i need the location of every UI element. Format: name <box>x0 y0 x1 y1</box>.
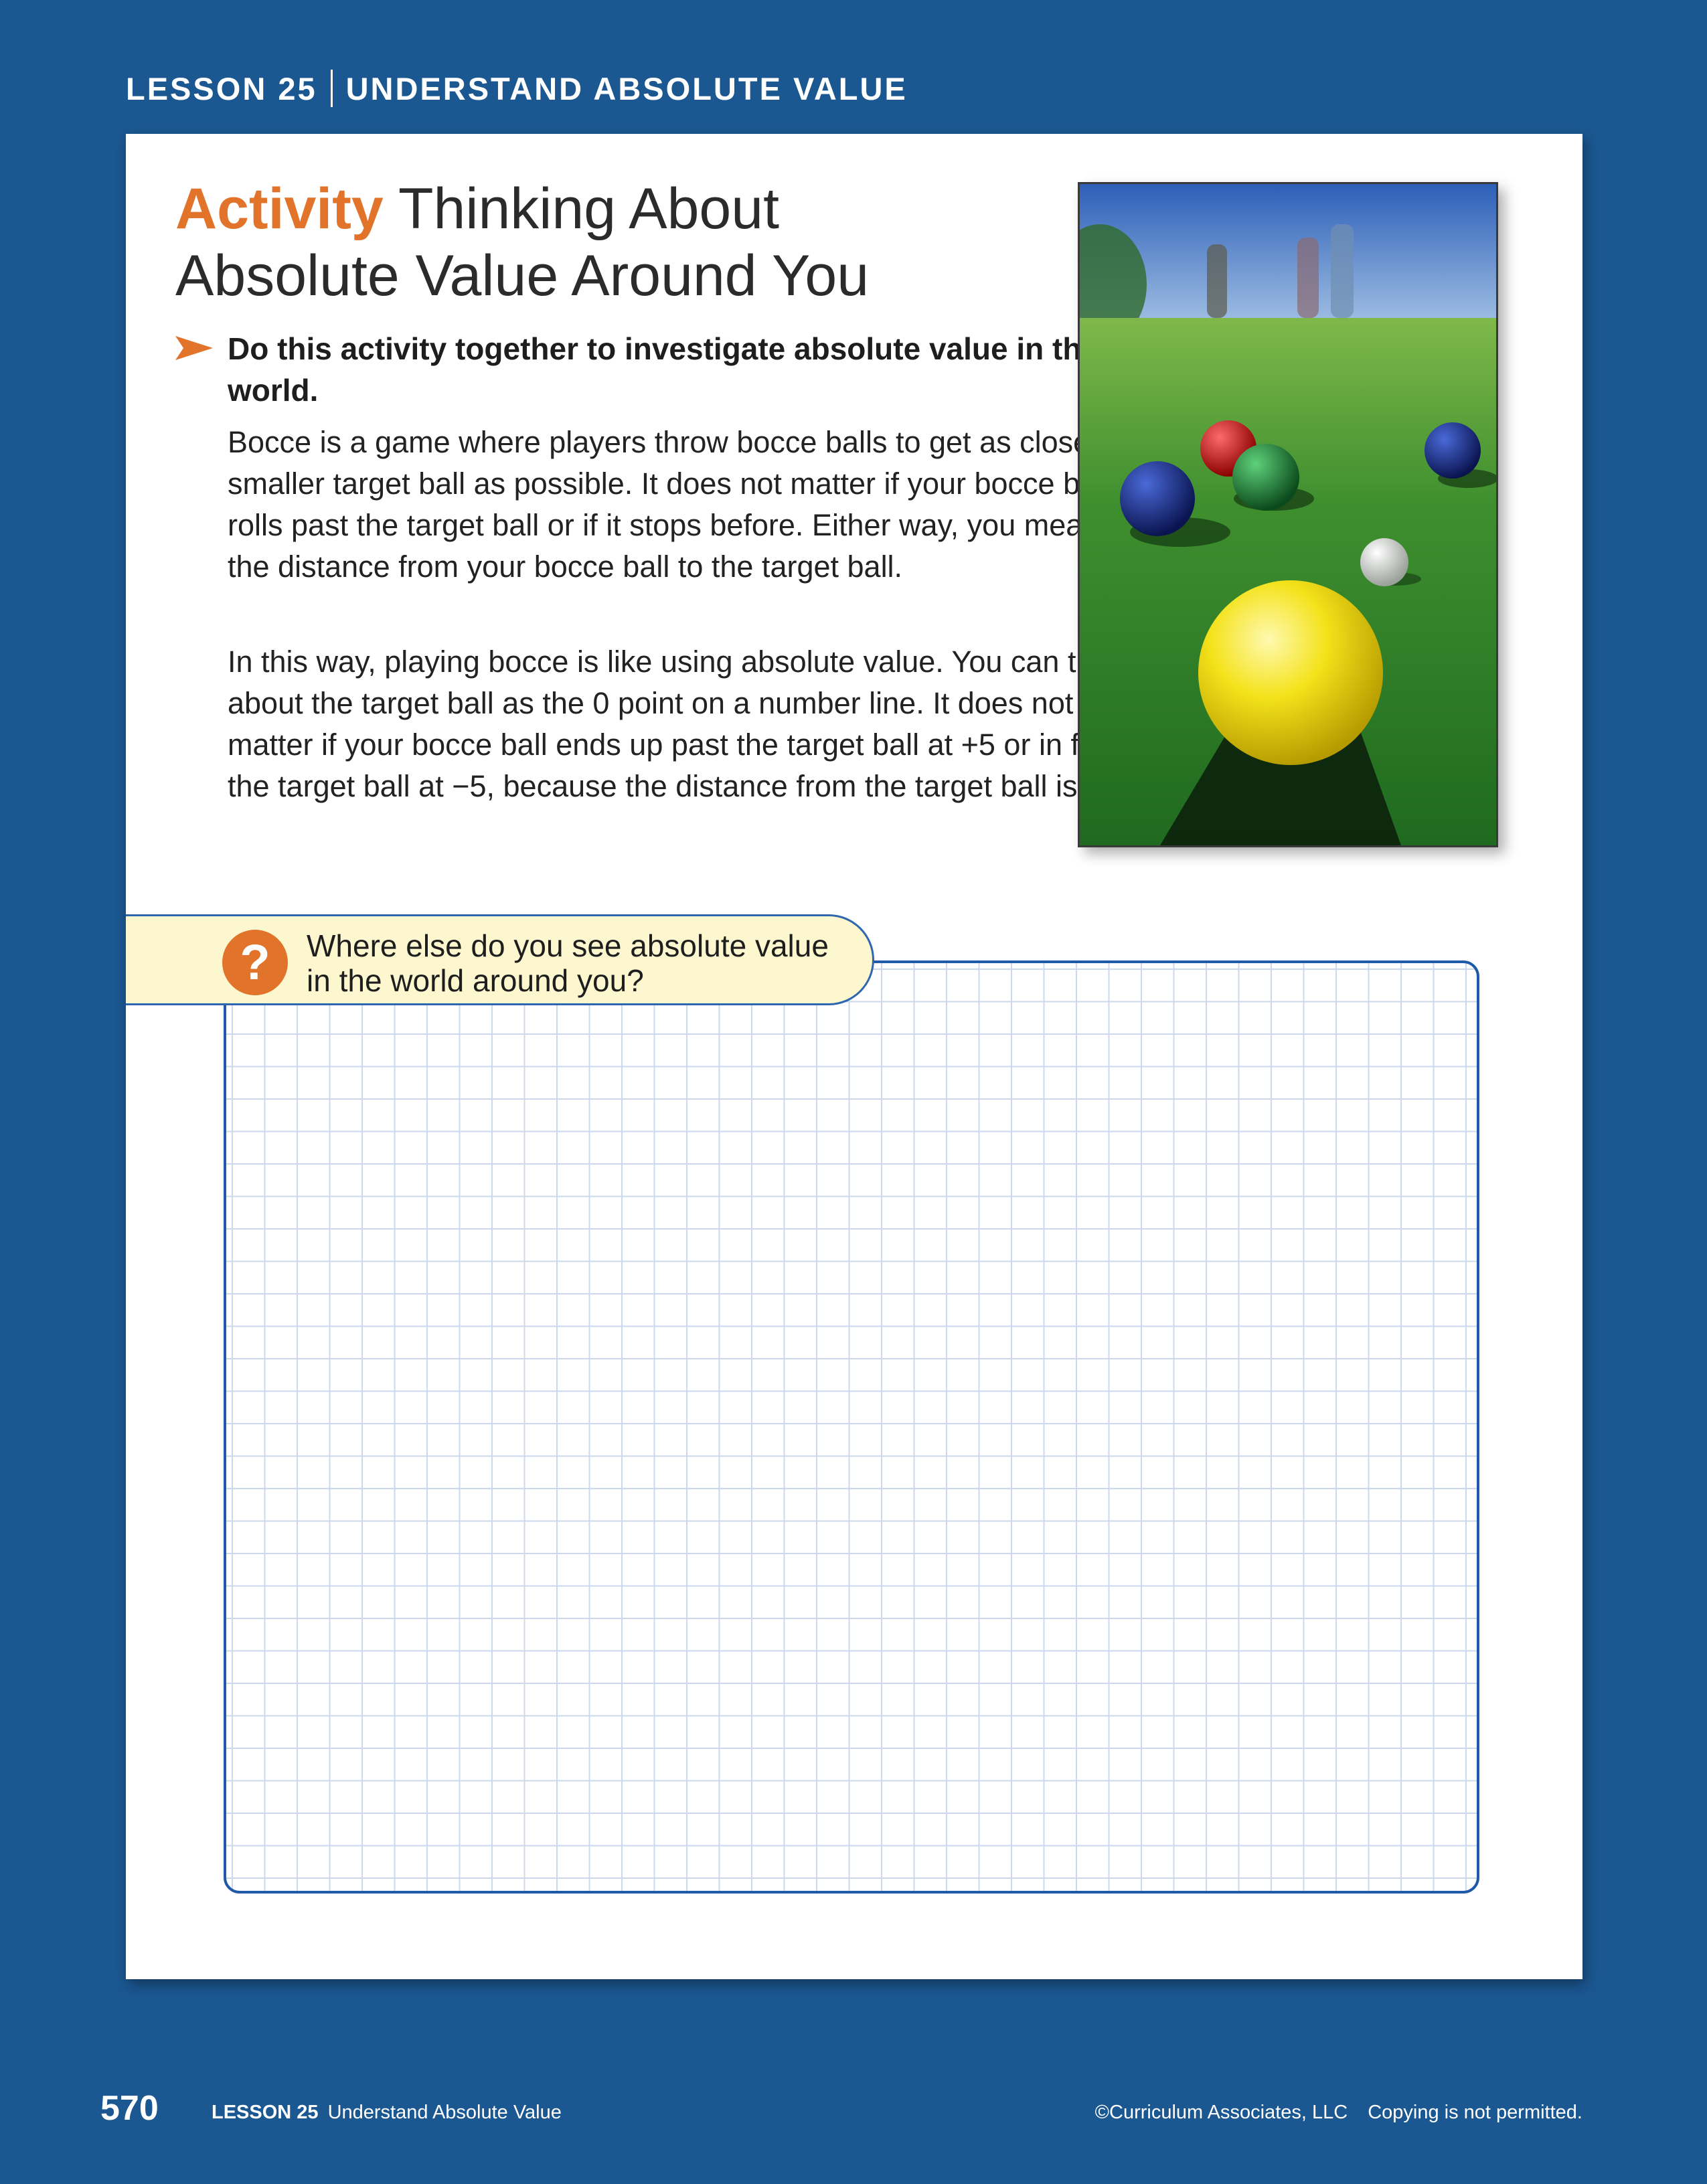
question-text-line1: Where else do you see absolute value <box>307 928 829 963</box>
activity-keyword: Activity <box>175 177 384 241</box>
instruction: Do this activity together to investigate… <box>175 328 1166 411</box>
instruction-text: Do this activity together to investigate… <box>228 331 1162 408</box>
activity-title-line2: Absolute Value Around You <box>175 244 870 308</box>
copy-notice: Copying is not permitted. <box>1368 2102 1582 2123</box>
activity-title-line1: Thinking About <box>383 177 779 241</box>
question-text: Where else do you see absolute value in … <box>307 928 856 998</box>
question-text-line2: in the world around you? <box>307 963 644 998</box>
header-lesson-number: LESSON 25 <box>126 70 317 106</box>
answer-grid[interactable] <box>224 960 1479 1894</box>
header-divider <box>330 70 333 107</box>
page-number: 570 <box>100 2089 159 2128</box>
arrow-right-icon <box>175 328 228 411</box>
paragraph-absolute-value: In this way, playing bocce is like using… <box>228 645 1165 803</box>
copyright-text: ©Curriculum Associates, LLC <box>1094 2102 1348 2123</box>
question-mark-icon: ? <box>222 930 288 995</box>
footer-lesson-title: Understand Absolute Value <box>327 2102 562 2123</box>
footer-copyright: ©Curriculum Associates, LLC Copying is no… <box>1095 2102 1582 2124</box>
bocce-photo <box>1078 182 1498 847</box>
discussion-question: ? Where else do you see absolute value i… <box>126 914 874 1005</box>
footer-lesson: LESSON 25 Understand Absolute Value <box>212 2102 562 2124</box>
paragraph-bocce: Bocce is a game where players throw bocc… <box>228 425 1149 584</box>
footer-lesson-number: LESSON 25 <box>212 2102 319 2123</box>
header-lesson-title: UNDERSTAND ABSOLUTE VALUE <box>345 70 908 106</box>
activity-title: Activity Thinking About Absolute Value A… <box>175 175 1113 309</box>
activity-card: Activity Thinking About Absolute Value A… <box>126 134 1582 1979</box>
lesson-header: LESSON 25 UNDERSTAND ABSOLUTE VALUE <box>126 70 908 107</box>
